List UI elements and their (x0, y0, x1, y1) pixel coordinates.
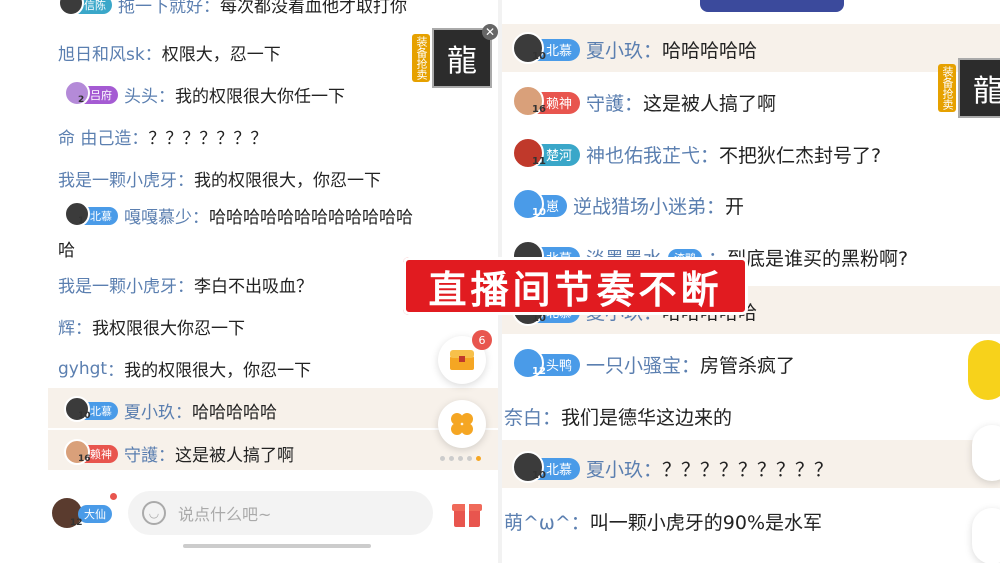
close-icon[interactable]: ✕ (482, 24, 498, 40)
message-text: 不把狄仁杰封号了? (719, 145, 882, 167)
chat-message: 命 由己造： ？？？？？？？ (58, 124, 267, 149)
message-text: 哈哈哈哈哈 (662, 40, 758, 62)
message-text: 这是被人搞了啊 (175, 446, 294, 466)
top-element (700, 0, 844, 12)
treasure-chest-button[interactable]: 6 (438, 330, 492, 384)
message-text: 哈哈哈哈哈 (192, 403, 277, 423)
treasure-count-badge: 6 (472, 330, 492, 350)
overlay-caption: 直播间节奏不断 (403, 257, 748, 315)
username[interactable]: 嘎嘎慕少 (124, 203, 192, 228)
chat-message: 我是一颗小虎牙： 我的权限很大，你忍一下 (58, 166, 381, 191)
avatar (64, 79, 90, 106)
fan-badge: 11 楚河 (512, 136, 581, 169)
message-text: 我权限很大你忍一下 (92, 319, 245, 339)
avatar (64, 200, 90, 227)
chat-message: 1 北慕 嘎嘎慕少： 哈哈哈哈哈哈哈哈哈哈哈哈 (64, 200, 413, 228)
ad-tag: 装备抢卖 (938, 64, 956, 112)
username[interactable]: 旭日和风sk (58, 40, 145, 65)
username[interactable]: 拖一下就好 (118, 0, 203, 17)
chat-message: 辉： 我权限很大你忍一下 (58, 314, 245, 339)
home-indicator (183, 544, 371, 548)
chat-message: 我是一颗小虎牙： 李白不出吸血？ (58, 272, 313, 297)
message-text: 我的权限很大你任一下 (175, 87, 345, 107)
username[interactable]: 神也佑我芷弋 (586, 141, 700, 168)
username[interactable]: 夏小玖 (124, 398, 175, 423)
fan-badge: 10 崽 (512, 187, 568, 220)
fan-badge: 12 头鸭 (512, 346, 581, 379)
equipment-ad[interactable]: 装备抢卖 龍 (412, 28, 492, 88)
treasure-chest-icon (450, 350, 474, 370)
page-dots (440, 456, 481, 461)
message-text: 我们是德华这边来的 (561, 407, 733, 429)
user-level: 12 (70, 518, 83, 528)
message-text: ？？？？？？？ (148, 129, 268, 149)
equipment-ad[interactable]: 装备抢卖 龍 (938, 58, 1000, 118)
chat-message: gyhgt： 我的权限很大，你忍一下 (58, 356, 312, 382)
emoji-icon[interactable]: ◡ (142, 501, 166, 525)
fan-badge: 16 赖神 (64, 438, 118, 465)
message-text: 叫一颗小虎牙的90%是水军 (589, 512, 823, 534)
username[interactable]: 我是一颗小虎牙 (58, 272, 177, 297)
side-button[interactable] (972, 425, 1000, 481)
gift-icon[interactable] (450, 496, 484, 530)
dragon-logo-icon: 龍 (958, 58, 1000, 118)
avatar (58, 0, 84, 16)
chat-message: 10 崽 逆战猎场小迷弟： 开 (512, 187, 745, 220)
chat-message: 10北慕 夏小玖： 哈哈哈哈哈 (64, 395, 277, 423)
message-text: 我的权限很大，你忍一下 (124, 361, 312, 381)
chat-message: 10北慕 夏小玖： 哈哈哈哈哈 (512, 31, 758, 64)
username[interactable]: 辉 (58, 314, 75, 339)
fan-badge: 10北慕 (512, 31, 581, 64)
message-text: 房管杀疯了 (700, 355, 796, 377)
ad-tag: 装备抢卖 (412, 34, 430, 82)
notification-dot (110, 493, 117, 500)
username[interactable]: 夏小玖 (586, 455, 643, 482)
chat-message: 信陈 拖一下就好： 每次都没着血他才取打你 (58, 0, 407, 17)
username[interactable]: 逆战猎场小迷弟 (573, 192, 706, 219)
chat-message: 10 北慕 夏小玖： ？？？？？？？？？ (512, 450, 834, 483)
fan-badge: 信陈 (58, 0, 112, 16)
username[interactable]: 奈白 (504, 403, 542, 430)
chat-message: 11 楚河 神也佑我芷弋： 不把狄仁杰封号了? (512, 136, 882, 169)
fan-badge: 10北慕 (512, 450, 581, 483)
username[interactable]: 我是一颗小虎牙 (58, 166, 177, 191)
chat-input[interactable]: ◡ 说点什么吧~ (128, 491, 433, 535)
message-text: 每次都没着血他才取打你 (220, 0, 407, 17)
username[interactable]: 命 由己造 (58, 124, 131, 149)
fan-badge: 2 吕府 (64, 79, 118, 106)
message-text-continued: 哈 (58, 241, 75, 261)
message-text: 权限大，忍一下 (161, 45, 281, 65)
username[interactable]: 萌^ω^ (504, 508, 571, 535)
chat-message: 2 吕府 头头： 我的权限很大你任一下 (64, 79, 345, 107)
chat-message: 旭日和风sk： 权限大，忍一下 (58, 40, 281, 65)
chat-message: 16 赖神 守護： 这是被人搞了啊 (64, 438, 294, 466)
username[interactable]: 一只小骚宝 (586, 351, 681, 378)
promo-icon[interactable] (968, 340, 1000, 400)
username[interactable]: 头头 (124, 82, 158, 107)
message-text: ？？？？？？？？？ (662, 459, 834, 481)
username[interactable]: 夏小玖 (586, 36, 643, 63)
side-button[interactable] (972, 508, 1000, 563)
chat-message: 奈白： 我们是德华这边来的 (504, 403, 732, 430)
chat-input-placeholder: 说点什么吧~ (178, 505, 272, 524)
fan-badge: 1 北慕 (64, 200, 118, 227)
message-text: 哈哈哈哈哈哈哈哈哈哈哈哈 (209, 208, 413, 228)
message-text: 到底是谁买的黑粉啊? (727, 248, 909, 270)
username[interactable]: 守護 (586, 89, 624, 116)
activity-button[interactable] (438, 400, 486, 448)
fan-badge: 10北慕 (64, 395, 118, 422)
username[interactable]: gyhgt (58, 359, 107, 379)
fan-badge: 16 赖神 (512, 84, 581, 117)
message-text: 开 (725, 196, 745, 218)
message-text: 我的权限很大，你忍一下 (194, 171, 381, 191)
clover-icon (451, 413, 473, 435)
message-text: 这是被人搞了啊 (643, 93, 777, 115)
user-fan-badge: 大仙 (78, 505, 112, 523)
chat-message: 萌^ω^： 叫一颗小虎牙的90%是水军 (504, 508, 822, 535)
chat-message: 16 赖神 守護： 这是被人搞了啊 (512, 84, 777, 117)
message-text: 李白不出吸血？ (194, 277, 313, 297)
username[interactable]: 守護 (124, 441, 158, 466)
chat-message: 12 头鸭 一只小骚宝： 房管杀疯了 (512, 346, 796, 379)
